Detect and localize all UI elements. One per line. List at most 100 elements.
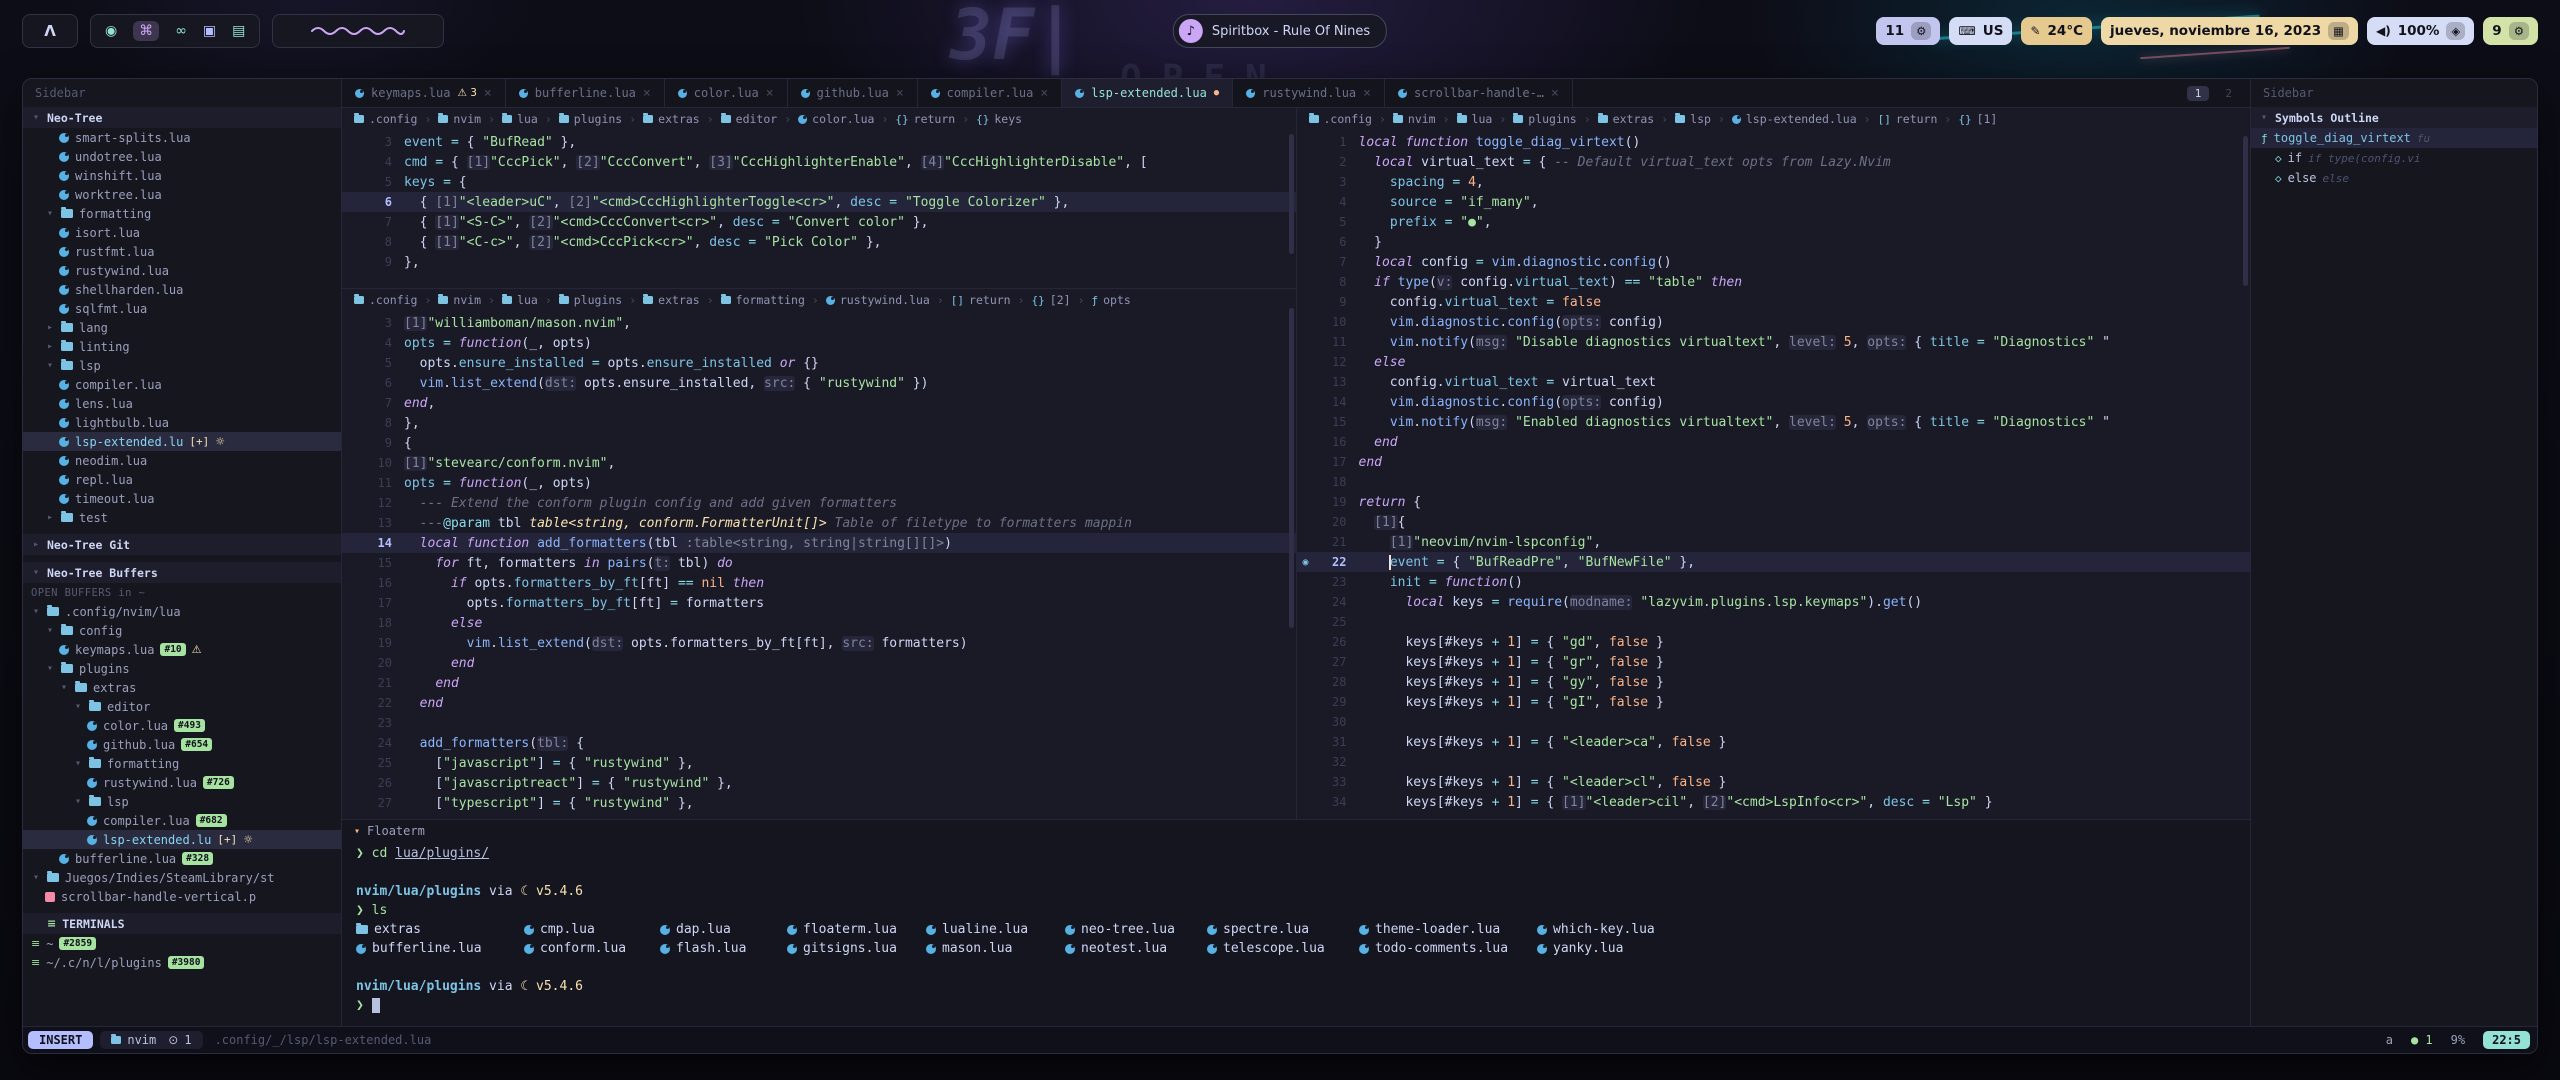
breadcrumb-item[interactable]: formatting [721, 293, 805, 307]
close-icon[interactable]: × [1040, 86, 1048, 101]
breadcrumb-item[interactable]: lua [502, 293, 538, 307]
tree-item[interactable]: lsp-extended.lu[+]☼ [23, 830, 341, 849]
code-line[interactable]: 23 init = function() [1297, 572, 2251, 592]
code-line[interactable]: 1local function toggle_diag_virtext() [1297, 132, 2251, 152]
breadcrumb-item[interactable]: []return [951, 293, 1011, 307]
breadcrumb-item[interactable]: {}[2] [1032, 293, 1071, 307]
workspace-icon[interactable]: ▣ [203, 24, 216, 38]
tree-item[interactable]: neodim.lua [23, 451, 341, 470]
file-listing-item[interactable]: lualine.lua [926, 922, 1065, 937]
module-updates[interactable]: 11⚙ [1876, 17, 1940, 45]
code-line[interactable]: 8 { [1]"<C-c>", [2]"<cmd>CccPick<cr>", d… [342, 232, 1296, 252]
tree-item[interactable]: ▾editor [23, 697, 341, 716]
code-line[interactable]: 4cmd = { [1]"CccPick", [2]"CccConvert", … [342, 152, 1296, 172]
code-line[interactable]: 11 vim.notify(msg: "Disable diagnostics … [1297, 332, 2251, 352]
breadcrumb-item[interactable]: nvim [438, 112, 481, 126]
code-line[interactable]: 13 ---@param tbl table<string, conform.F… [342, 513, 1296, 533]
tree-item[interactable]: winshift.lua [23, 166, 341, 185]
file-listing-item[interactable]: conform.lua [524, 941, 660, 956]
code-line[interactable]: 19 vim.list_extend(dst: opts.formatters_… [342, 633, 1296, 653]
breadcrumb-item[interactable]: {}keys [976, 112, 1022, 126]
tree-item[interactable]: ▾lsp [23, 792, 341, 811]
scrollbar-thumb[interactable] [1289, 134, 1294, 254]
code-line[interactable]: 8}, [342, 413, 1296, 433]
breadcrumb-item[interactable]: plugins [559, 293, 622, 307]
code-line[interactable]: 29 keys[#keys + 1] = { "gI", false } [1297, 692, 2251, 712]
tab-lsp-extended-lua[interactable]: lsp-extended.lua● [1062, 79, 1233, 107]
breadcrumb-item[interactable]: lua [502, 112, 538, 126]
breadcrumb-item[interactable]: nvim [438, 293, 481, 307]
file-listing-item[interactable]: floaterm.lua [787, 922, 926, 937]
close-icon[interactable]: × [1551, 86, 1559, 101]
code-line[interactable]: 25 [1297, 612, 2251, 632]
code-line[interactable]: 30 [1297, 712, 2251, 732]
code-line[interactable]: 3[1]"williamboman/mason.nvim", [342, 313, 1296, 333]
code-line[interactable]: 21 [1]"neovim/nvim-lspconfig", [1297, 532, 2251, 552]
tree-section-header[interactable]: ≡TERMINALS [23, 913, 341, 934]
breadcrumb-item[interactable]: extras [643, 293, 700, 307]
tree-section-header[interactable]: ▸Neo-Tree Git [23, 534, 341, 555]
code-line[interactable]: ◉22 event = { "BufReadPre", "BufNewFile"… [1297, 552, 2251, 572]
scrollbar-thumb[interactable] [2243, 136, 2248, 286]
code-line[interactable]: 11opts = function(_, opts) [342, 473, 1296, 493]
tree-item[interactable]: ▾.config/nvim/lua [23, 602, 341, 621]
code-line[interactable]: 9{ [342, 433, 1296, 453]
file-listing-item[interactable]: neotest.lua [1065, 941, 1207, 956]
code-line[interactable]: 13 config.virtual_text = virtual_text [1297, 372, 2251, 392]
tab-color-lua[interactable]: color.lua× [665, 79, 788, 107]
statusbar-crumb[interactable]: nvim [111, 1033, 156, 1047]
tree-item[interactable]: ≡~#2859 [23, 934, 341, 953]
tree-item[interactable]: ▸test [23, 508, 341, 527]
tree-item[interactable]: repl.lua [23, 470, 341, 489]
breadcrumb-item[interactable]: extras [643, 112, 700, 126]
close-icon[interactable]: × [643, 86, 651, 101]
code-line[interactable]: 15 for ft, formatters in pairs(t: tbl) d… [342, 553, 1296, 573]
workspace-icon[interactable]: ∞ [175, 24, 187, 38]
tree-item[interactable]: ▾Juegos/Indies/SteamLibrary/st [23, 868, 341, 887]
tree-item[interactable]: sqlfmt.lua [23, 299, 341, 318]
file-listing-item[interactable]: neo-tree.lua [1065, 922, 1207, 937]
tree-item[interactable]: github.lua#654 [23, 735, 341, 754]
code-line[interactable]: 7 { [1]"<S-C>", [2]"<cmd>CccConvert<cr>"… [342, 212, 1296, 232]
statusbar-crumb[interactable]: ⊙1 [168, 1033, 191, 1047]
code-line[interactable]: 4opts = function(_, opts) [342, 333, 1296, 353]
tree-item[interactable]: ▸lang [23, 318, 341, 337]
file-listing-item[interactable]: mason.lua [926, 941, 1065, 956]
file-listing-item[interactable]: theme-loader.lua [1359, 922, 1537, 937]
code-line[interactable]: 5 opts.ensure_installed = opts.ensure_in… [342, 353, 1296, 373]
code-line[interactable]: 22 end [342, 693, 1296, 713]
tab-scrollbar-handle-[interactable]: scrollbar-handle-…× [1385, 79, 1573, 107]
code-line[interactable]: 6 vim.list_extend(dst: opts.ensure_insta… [342, 373, 1296, 393]
tab-compiler-lua[interactable]: compiler.lua× [918, 79, 1063, 107]
tree-item[interactable]: color.lua#493 [23, 716, 341, 735]
breadcrumb-item[interactable]: {}return [895, 112, 955, 126]
tree-item[interactable]: ▾formatting [23, 754, 341, 773]
tab-rustywind-lua[interactable]: rustywind.lua× [1233, 79, 1385, 107]
file-listing-item[interactable]: flash.lua [660, 941, 787, 956]
tree-item[interactable]: ▾plugins [23, 659, 341, 678]
tree-item[interactable]: worktree.lua [23, 185, 341, 204]
tree-section-header[interactable]: ▾Neo-Tree Buffers [23, 562, 341, 583]
floaterm-header[interactable]: ▾ Floaterm [342, 820, 2250, 842]
close-icon[interactable]: × [484, 86, 492, 101]
code-line[interactable]: 19return { [1297, 492, 2251, 512]
code-line[interactable]: 26 keys[#keys + 1] = { "gd", false } [1297, 632, 2251, 652]
code-line[interactable]: 5 prefix = "●", [1297, 212, 2251, 232]
tree-item[interactable]: ▸linting [23, 337, 341, 356]
breadcrumb-item[interactable]: .config [354, 112, 417, 126]
breadcrumb-item[interactable]: lua [1457, 112, 1493, 126]
module-weather[interactable]: ✎24°C [2021, 17, 2092, 45]
tree-item[interactable]: rustfmt.lua [23, 242, 341, 261]
code-lsp[interactable]: 1local function toggle_diag_virtext()2 l… [1297, 130, 2251, 819]
tree-item[interactable]: shellharden.lua [23, 280, 341, 299]
file-listing-item[interactable]: dap.lua [660, 922, 787, 937]
code-line[interactable]: 4 source = "if_many", [1297, 192, 2251, 212]
code-line[interactable]: 17end [1297, 452, 2251, 472]
close-icon[interactable]: × [896, 86, 904, 101]
tree-item[interactable]: lsp-extended.lu[+]☼ [23, 432, 341, 451]
tree-item[interactable]: compiler.lua [23, 375, 341, 394]
breadcrumb-item[interactable]: ƒopts [1092, 293, 1131, 307]
code-line[interactable]: 7end, [342, 393, 1296, 413]
code-line[interactable]: 20 [1]{ [1297, 512, 2251, 532]
breadcrumb-item[interactable]: color.lua [798, 112, 874, 126]
